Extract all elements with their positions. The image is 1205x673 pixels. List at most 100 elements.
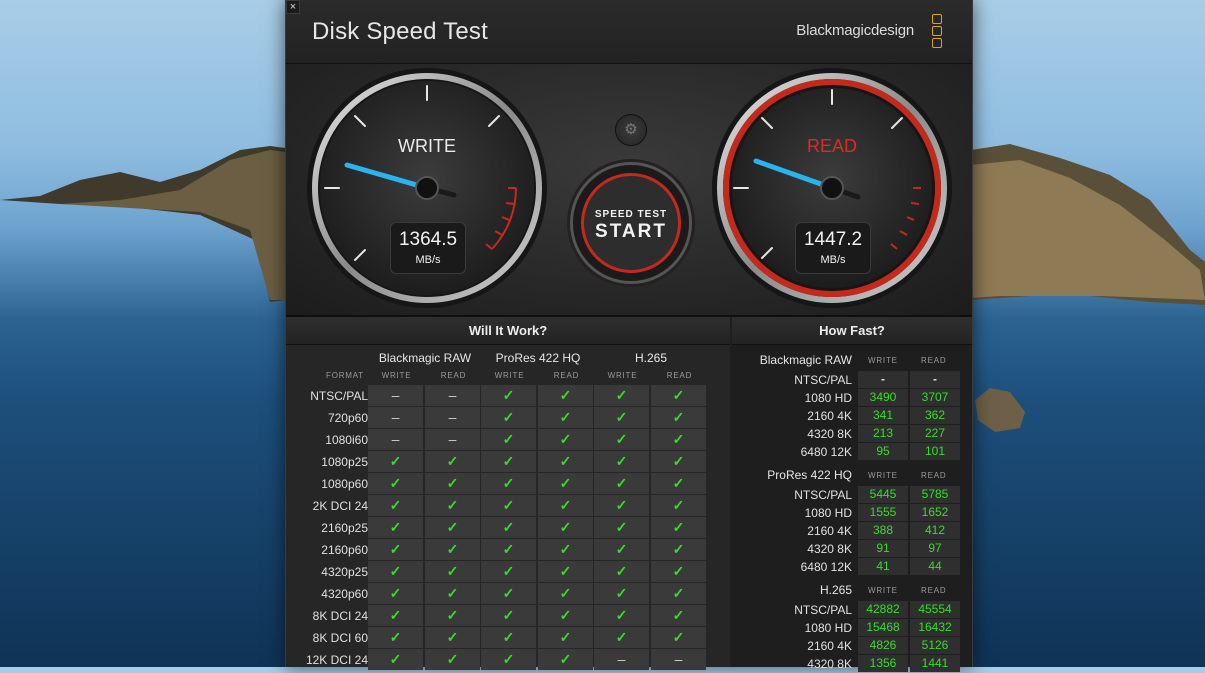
check-icon: ✓ — [481, 627, 536, 648]
group-header-h265: H.265 — [634, 351, 668, 365]
check-icon: ✓ — [594, 583, 649, 604]
check-icon: ✓ — [368, 495, 423, 516]
read-readout: 1447.2 MB/s — [795, 222, 871, 274]
how-fast-write-header: WRITE — [868, 586, 898, 595]
how-fast-group-title: ProRes 422 HQ — [767, 468, 852, 482]
dash-icon: – — [368, 385, 423, 406]
how-fast-row: 2160 4K 341 362 — [732, 407, 972, 425]
check-icon: ✓ — [594, 385, 649, 406]
how-fast-read-value: 5785 — [910, 486, 960, 503]
format-row: 1080i60– – ✓ ✓ ✓ ✓ — [286, 429, 730, 451]
how-fast-write-value: 341 — [858, 407, 908, 424]
dash-icon: – — [425, 429, 480, 450]
format-label: 2K DCI 24 — [312, 499, 368, 513]
how-fast-read-header: READ — [921, 471, 947, 480]
check-icon: ✓ — [538, 627, 593, 648]
check-icon: ✓ — [368, 583, 423, 604]
check-icon: ✓ — [425, 539, 480, 560]
check-icon: ✓ — [481, 407, 536, 428]
format-column-header: FORMAT — [326, 371, 364, 380]
group-header-prores: ProRes 422 HQ — [495, 351, 581, 365]
how-fast-write-value: 95 — [858, 443, 908, 460]
check-icon: ✓ — [651, 385, 706, 406]
format-row: 4320p60 ✓ ✓ ✓ ✓ ✓ ✓ — [286, 583, 730, 605]
how-fast-row: NTSC/PAL 5445 5785 — [732, 486, 972, 504]
how-fast-format-label: 2160 4K — [807, 639, 852, 653]
format-label: 1080p60 — [321, 477, 368, 491]
braw-read-header: READ — [440, 371, 467, 380]
check-icon: ✓ — [538, 407, 593, 428]
how-fast-write-value: 91 — [858, 540, 908, 557]
read-speed-value: 1447.2 — [803, 229, 863, 250]
prores-write-header: WRITE — [494, 371, 525, 380]
how-fast-row: 4320 8K 213 227 — [732, 425, 972, 443]
format-label: NTSC/PAL — [310, 389, 368, 403]
how-fast-write-value: 5445 — [858, 486, 908, 503]
window-close-button[interactable]: × — [286, 0, 300, 14]
dash-icon: – — [425, 407, 480, 428]
check-icon: ✓ — [538, 517, 593, 538]
check-icon: ✓ — [594, 517, 649, 538]
check-icon: ✓ — [651, 627, 706, 648]
how-fast-format-label: 4320 8K — [807, 657, 852, 671]
check-icon: ✓ — [651, 495, 706, 516]
check-icon: ✓ — [651, 429, 706, 450]
how-fast-format-label: NTSC/PAL — [794, 488, 852, 502]
check-icon: ✓ — [651, 407, 706, 428]
check-icon: ✓ — [425, 627, 480, 648]
check-icon: ✓ — [651, 583, 706, 604]
how-fast-write-value: - — [858, 371, 908, 388]
how-fast-row: 2160 4K 4826 5126 — [732, 637, 972, 655]
how-fast-write-value: 41 — [858, 558, 908, 575]
how-fast-read-value: 16432 — [910, 619, 960, 636]
brand-logo-icon — [932, 14, 942, 50]
how-fast-write-value: 388 — [858, 522, 908, 539]
how-fast-row: 6480 12K 95 101 — [732, 443, 972, 461]
check-icon: ✓ — [594, 451, 649, 472]
how-fast-format-label: 2160 4K — [807, 409, 852, 423]
how-fast-write-value: 15468 — [858, 619, 908, 636]
format-row: 1080p25 ✓ ✓ ✓ ✓ ✓ ✓ — [286, 451, 730, 473]
format-row: 1080p60 ✓ ✓ ✓ ✓ ✓ ✓ — [286, 473, 730, 495]
format-row: 720p60– – ✓ ✓ ✓ ✓ — [286, 407, 730, 429]
how-fast-write-value: 1356 — [858, 655, 908, 672]
check-icon: ✓ — [594, 429, 649, 450]
check-icon: ✓ — [368, 451, 423, 472]
check-icon: ✓ — [425, 605, 480, 626]
dash-icon: – — [368, 429, 423, 450]
check-icon: ✓ — [538, 385, 593, 406]
start-speed-test-button[interactable]: SPEED TEST START — [573, 165, 689, 281]
write-gauge-label: WRITE — [398, 136, 456, 156]
check-icon: ✓ — [651, 561, 706, 582]
how-fast-write-header: WRITE — [868, 471, 898, 480]
check-icon: ✓ — [425, 583, 480, 604]
check-icon: ✓ — [368, 605, 423, 626]
format-row: 2K DCI 24 ✓ ✓ ✓ ✓ ✓ ✓ — [286, 495, 730, 517]
how-fast-row: 1080 HD 1555 1652 — [732, 504, 972, 522]
check-icon: ✓ — [594, 627, 649, 648]
how-fast-format-label: NTSC/PAL — [794, 603, 852, 617]
how-fast-read-value: 362 — [910, 407, 960, 424]
read-gauge-label: READ — [807, 136, 857, 156]
check-icon: ✓ — [538, 495, 593, 516]
check-icon: ✓ — [538, 473, 593, 494]
how-fast-read-value: 412 — [910, 522, 960, 539]
prores-read-header: READ — [553, 371, 580, 380]
how-fast-write-value: 3490 — [858, 389, 908, 406]
how-fast-row: 4320 8K 91 97 — [732, 540, 972, 558]
how-fast-row: 2160 4K 388 412 — [732, 522, 972, 540]
settings-gear-icon[interactable]: ⚙ — [615, 114, 647, 146]
format-label: 8K DCI 60 — [312, 631, 368, 645]
check-icon: ✓ — [481, 473, 536, 494]
check-icon: ✓ — [481, 517, 536, 538]
check-icon: ✓ — [594, 605, 649, 626]
check-icon: ✓ — [651, 539, 706, 560]
how-fast-write-value: 4826 — [858, 637, 908, 654]
how-fast-group-title: Blackmagic RAW — [759, 353, 852, 367]
format-label: 1080i60 — [325, 433, 368, 447]
write-speed-value: 1364.5 — [398, 229, 458, 250]
check-icon: ✓ — [425, 473, 480, 494]
how-fast-write-value: 1555 — [858, 504, 908, 521]
check-icon: ✓ — [425, 451, 480, 472]
check-icon: ✓ — [481, 429, 536, 450]
